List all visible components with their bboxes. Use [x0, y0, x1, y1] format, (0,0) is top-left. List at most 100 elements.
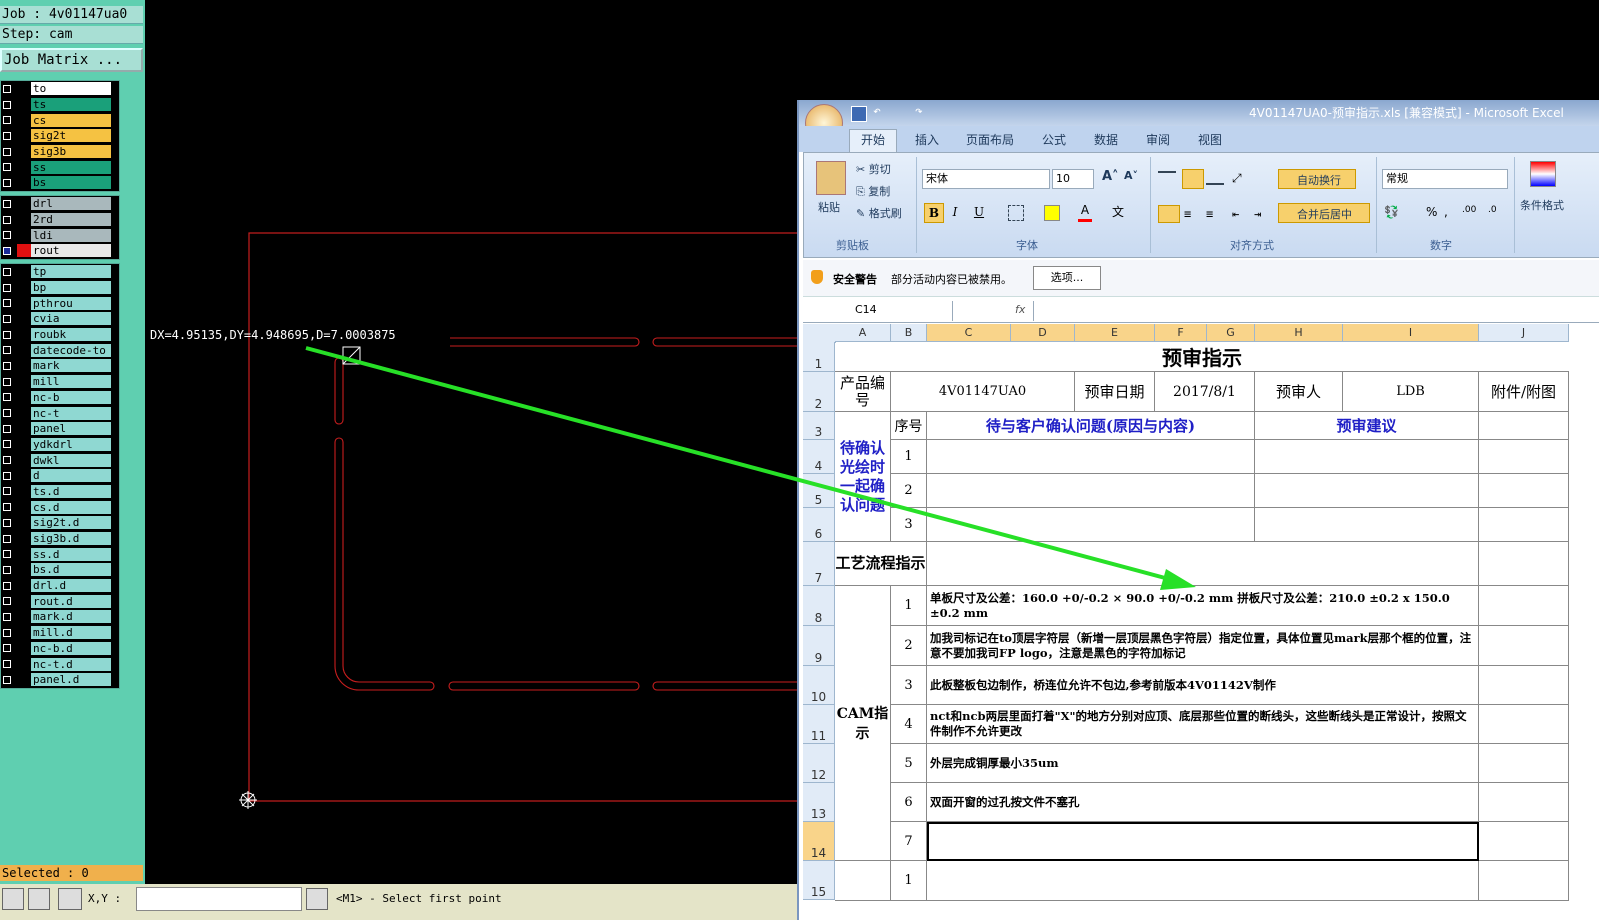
decrease-indent-icon[interactable]: ⇤ [1232, 207, 1239, 221]
layer-row-tp[interactable]: tp [1, 264, 119, 280]
layer-checkbox[interactable] [3, 346, 11, 355]
layer-name[interactable]: ldi [31, 228, 111, 242]
borders-icon[interactable] [1008, 205, 1024, 221]
layer-name[interactable]: panel.d [31, 673, 111, 687]
layer-row-ldi[interactable]: ldi [1, 227, 119, 243]
layer-checkbox[interactable] [3, 199, 11, 208]
name-box[interactable]: C14 [803, 301, 953, 321]
row-header-11[interactable]: 11 [803, 705, 835, 744]
layer-row-mark-d[interactable]: mark.d [1, 609, 119, 625]
tab-view[interactable]: 视图 [1198, 131, 1222, 148]
layer-row-rout-d[interactable]: rout.d [1, 593, 119, 609]
layer-checkbox[interactable] [3, 581, 11, 590]
layer-checkbox[interactable] [3, 612, 11, 621]
pointer-tool-icon[interactable] [2, 888, 24, 910]
layer-name[interactable]: nc-b.d [31, 641, 111, 655]
layer-checkbox[interactable] [3, 471, 11, 480]
merge-center-button[interactable]: 合并后居中 [1278, 203, 1370, 223]
attachment-cell[interactable] [1479, 783, 1569, 822]
layer-name[interactable]: nc-b [31, 390, 111, 404]
align-right-icon[interactable]: ≡ [1206, 207, 1213, 221]
layer-name[interactable]: ts.d [31, 484, 111, 498]
layer-row-dwkl[interactable]: dwkl [1, 452, 119, 468]
layer-checkbox[interactable] [3, 299, 11, 308]
layer-name[interactable]: nc-t.d [31, 657, 111, 671]
formula-input[interactable] [1033, 301, 1599, 321]
layer-row-mill-d[interactable]: mill.d [1, 625, 119, 641]
layer-name[interactable]: mark.d [31, 610, 111, 624]
percent-icon[interactable]: % [1426, 205, 1437, 219]
align-center-icon[interactable]: ≡ [1184, 207, 1191, 221]
attachment-cell[interactable] [1479, 586, 1569, 626]
layer-name[interactable]: bp [31, 281, 111, 295]
attachment-cell[interactable] [1479, 705, 1569, 744]
number-format-select[interactable]: 常规 [1382, 169, 1508, 189]
row-header-1[interactable]: 1 [803, 342, 835, 372]
row-header-9[interactable]: 9 [803, 626, 835, 666]
layer-name[interactable]: mill [31, 375, 111, 389]
orientation-icon[interactable]: ⤢ [1232, 171, 1242, 186]
comma-icon[interactable]: , [1444, 205, 1448, 219]
row-header-14[interactable]: 14 [803, 822, 835, 861]
conditional-format-icon[interactable] [1530, 161, 1556, 187]
layer-row-ss-d[interactable]: ss.d [1, 546, 119, 562]
instruction-text[interactable]: 此板整板包边制作，桥连位允许不包边,参考前版本4V01142V制作 [927, 666, 1479, 705]
layer-row-panel-d[interactable]: panel.d [1, 672, 119, 688]
align-left-icon[interactable] [1158, 205, 1180, 223]
tab-insert[interactable]: 插入 [915, 131, 939, 148]
instruction-text[interactable]: 单板尺寸及公差：160.0 +0/-0.2 × 90.0 +0/-0.2 mm … [927, 586, 1479, 626]
font-size-select[interactable]: 10 [1052, 169, 1094, 189]
worksheet-grid[interactable]: A B C D E F G H I J 1 2 3 4 5 6 7 8 9 10… [803, 324, 1599, 920]
copy-button[interactable]: ⎘ 复制 [856, 183, 890, 199]
align-bottom-icon[interactable] [1206, 183, 1224, 185]
layer-name[interactable]: sig2t.d [31, 516, 111, 530]
paste-icon[interactable] [816, 161, 846, 195]
layer-checkbox[interactable] [3, 330, 11, 339]
layer-name[interactable]: datecode-to [31, 343, 111, 357]
decrease-decimal-icon[interactable]: .0 [1488, 205, 1497, 215]
shrink-font-icon[interactable]: A˅ [1124, 169, 1138, 182]
col-header-g[interactable]: G [1207, 324, 1255, 342]
row-header-12[interactable]: 12 [803, 744, 835, 783]
row-header-2[interactable]: 2 [803, 372, 835, 412]
layer-name[interactable]: sig3b [31, 145, 111, 159]
layer-row-to[interactable]: to [1, 81, 119, 97]
layer-checkbox[interactable] [3, 84, 11, 93]
layer-checkbox[interactable] [3, 314, 11, 323]
layer-name[interactable]: drl.d [31, 579, 111, 593]
layer-checkbox[interactable] [3, 283, 11, 292]
grow-font-icon[interactable]: A˄ [1102, 169, 1119, 184]
layer-row-ydkdrl[interactable]: ydkdrl [1, 437, 119, 453]
fx-button[interactable]: fx [1015, 303, 1025, 316]
layer-name[interactable]: sig3b.d [31, 532, 111, 546]
layer-checkbox[interactable] [3, 131, 11, 140]
layer-name[interactable]: ts [31, 98, 111, 112]
conditional-format-button[interactable]: 条件格式 [1520, 197, 1564, 213]
layer-row-panel[interactable]: panel [1, 421, 119, 437]
bold-icon[interactable]: B [924, 203, 944, 223]
format-painter-button[interactable]: ✎ 格式刷 [856, 205, 902, 221]
layer-row-mark[interactable]: mark [1, 358, 119, 374]
layer-checkbox[interactable] [3, 565, 11, 574]
cut-button[interactable]: ✂ 剪切 [856, 161, 891, 177]
currency-icon[interactable]: 💱 [1384, 205, 1399, 219]
layer-row-sig3b[interactable]: sig3b [1, 144, 119, 160]
row-header-13[interactable]: 13 [803, 783, 835, 822]
layer-name[interactable]: roubk [31, 328, 111, 342]
layer-name[interactable]: dwkl [31, 453, 111, 467]
layer-row-cvia[interactable]: cvia [1, 311, 119, 327]
col-header-h[interactable]: H [1255, 324, 1343, 342]
attachment-cell[interactable] [1479, 626, 1569, 666]
save-icon[interactable] [851, 106, 867, 122]
tab-formulas[interactable]: 公式 [1042, 131, 1066, 148]
col-header-a[interactable]: A [835, 324, 891, 342]
layer-checkbox[interactable] [3, 534, 11, 543]
col-header-i[interactable]: I [1343, 324, 1479, 342]
tab-review[interactable]: 审阅 [1146, 131, 1170, 148]
layer-checkbox[interactable] [3, 518, 11, 527]
layer-name[interactable]: sig2t [31, 129, 111, 143]
layer-checkbox[interactable] [3, 393, 11, 402]
layer-row-nc-b-d[interactable]: nc-b.d [1, 641, 119, 657]
layer-checkbox[interactable] [3, 675, 11, 684]
layer-name[interactable]: cvia [31, 312, 111, 326]
